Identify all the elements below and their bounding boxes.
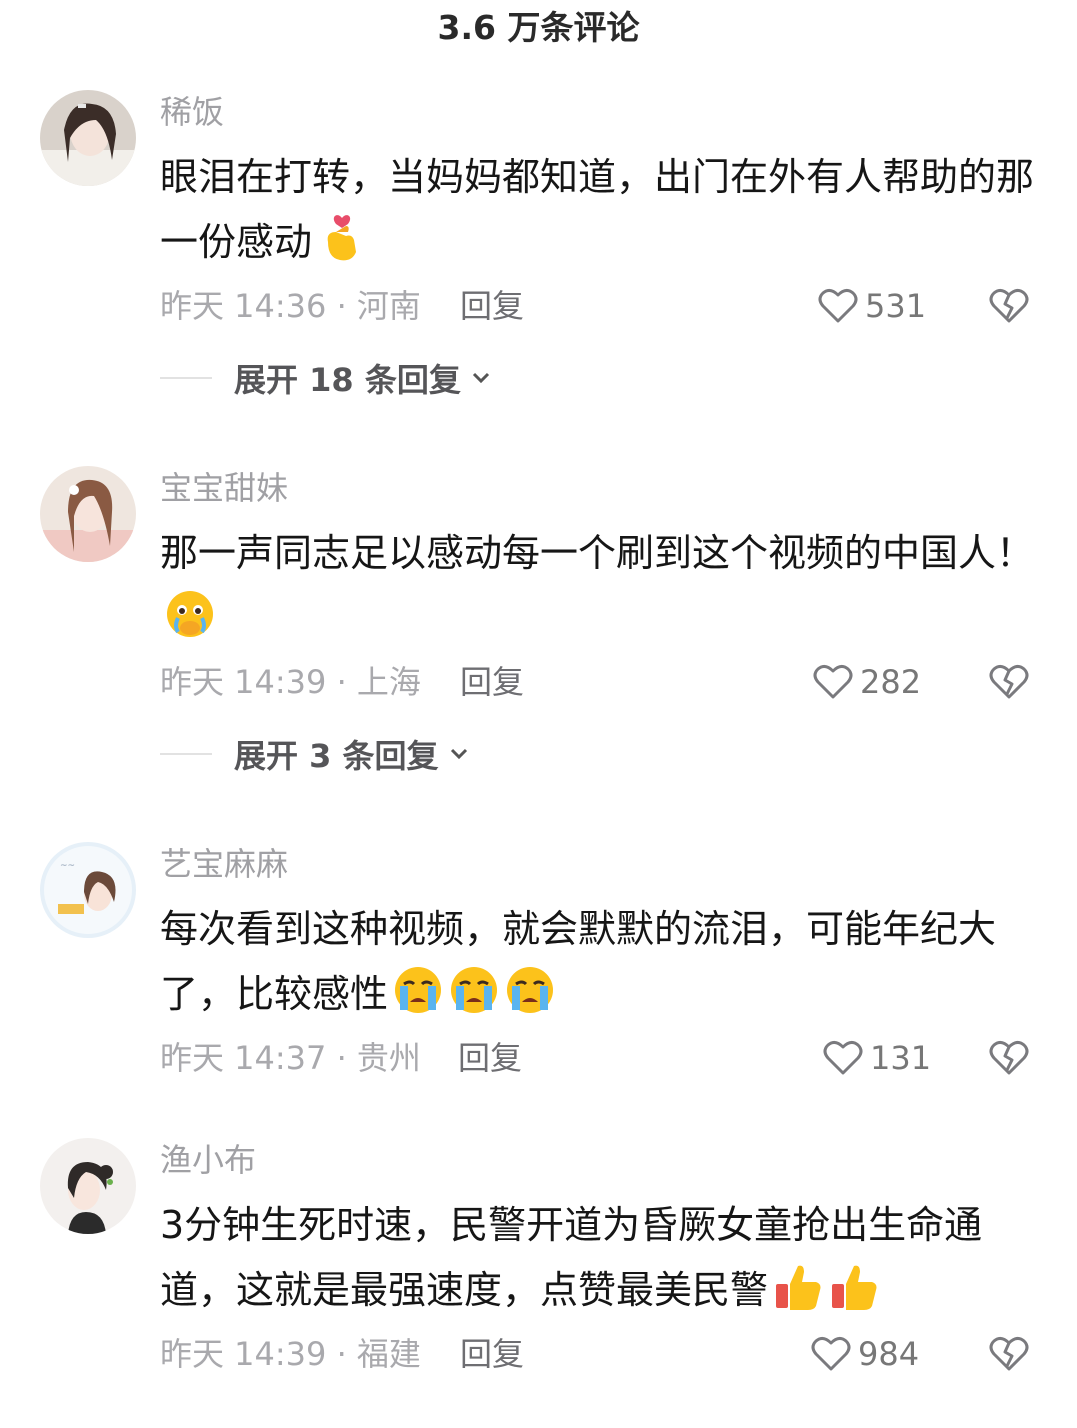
reply-button[interactable]: 回复 (460, 1332, 524, 1376)
username[interactable]: 渔小布 (160, 1140, 256, 1180)
comment-text-content: 眼泪在打转，当妈妈都知道，出门在外有人帮助的那一份感动 (160, 155, 1035, 264)
loudly-crying-emoji-icon (448, 964, 500, 1016)
divider (160, 753, 212, 755)
like-count: 984 (858, 1335, 920, 1373)
heart-outline-icon (811, 1336, 851, 1371)
chevron-down-icon (472, 372, 489, 384)
avatar[interactable] (40, 1138, 136, 1234)
expand-replies-label: 展开 18 条回复 (234, 361, 461, 399)
reply-button[interactable]: 回复 (458, 1036, 522, 1080)
username[interactable]: 艺宝麻麻 (160, 844, 288, 884)
comment-text-content: 每次看到这种视频，就会默默的流泪，可能年纪大了，比较感性 (160, 907, 997, 1016)
expand-replies[interactable]: 展开 18 条回复 (160, 356, 491, 400)
avatar[interactable]: ~~ (40, 842, 136, 938)
comment-meta: 昨天 14:39 · 福建 (160, 1335, 421, 1373)
crying-face-emoji-icon (164, 588, 216, 640)
comment-text: 3分钟生死时速，民警开道为昏厥女童抢出生命通道，这就是最强速度，点赞最美民警 (160, 1193, 1040, 1323)
avatar[interactable] (40, 90, 136, 186)
finger-heart-emoji-icon (316, 212, 368, 264)
reply-button[interactable]: 回复 (460, 660, 524, 704)
comment-text: 那一声同志足以感动每一个刷到这个视频的中国人！ (160, 521, 1040, 651)
like-button[interactable]: 531 (817, 284, 926, 328)
like-count: 531 (865, 287, 927, 325)
comment-text: 每次看到这种视频，就会默默的流泪，可能年纪大了，比较感性 (160, 897, 1040, 1027)
divider (160, 377, 212, 379)
loudly-crying-emoji-icon (504, 964, 556, 1016)
comment-meta: 昨天 14:36 · 河南 (160, 287, 421, 325)
like-button[interactable]: 282 (812, 660, 921, 704)
expand-replies[interactable]: 展开 3 条回复 (160, 732, 469, 776)
chevron-down-icon (450, 748, 467, 760)
like-button[interactable]: 131 (822, 1036, 931, 1080)
broken-heart-icon[interactable] (988, 1037, 1030, 1079)
broken-heart-icon[interactable] (988, 1333, 1030, 1375)
comment-text-content: 那一声同志足以感动每一个刷到这个视频的中国人！ (160, 531, 1035, 575)
username[interactable]: 宝宝甜妹 (160, 468, 288, 508)
heart-outline-icon (813, 664, 853, 699)
svg-text:~~: ~~ (60, 861, 75, 871)
avatar[interactable] (40, 466, 136, 562)
comment-meta: 昨天 14:37 · 贵州 (160, 1039, 421, 1077)
broken-heart-icon[interactable] (988, 285, 1030, 327)
username[interactable]: 稀饭 (160, 92, 224, 132)
thumbs-up-emoji-icon (828, 1260, 880, 1312)
comment-meta: 昨天 14:39 · 上海 (160, 663, 421, 701)
thumbs-up-emoji-icon (772, 1260, 824, 1312)
loudly-crying-emoji-icon (392, 964, 444, 1016)
comments-header: 3.6 万条评论 (0, 0, 1077, 60)
like-count: 282 (860, 663, 922, 701)
comments-count-title: 3.6 万条评论 (437, 8, 640, 47)
like-count: 131 (870, 1039, 932, 1077)
like-button[interactable]: 984 (810, 1332, 919, 1376)
heart-outline-icon (823, 1040, 863, 1075)
broken-heart-icon[interactable] (988, 661, 1030, 703)
reply-button[interactable]: 回复 (460, 284, 524, 328)
expand-replies-label: 展开 3 条回复 (234, 737, 439, 775)
heart-outline-icon (818, 288, 858, 323)
comment-text: 眼泪在打转，当妈妈都知道，出门在外有人帮助的那一份感动 (160, 145, 1040, 275)
